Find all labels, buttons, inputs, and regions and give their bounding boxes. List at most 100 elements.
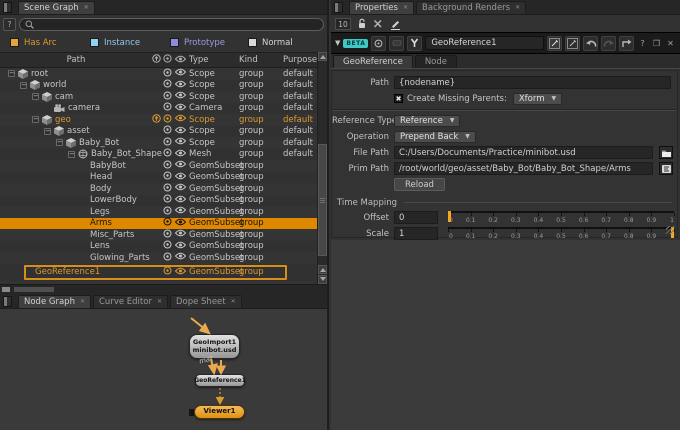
- tree-row-world[interactable]: worldScopegroupdefault: [0, 80, 327, 92]
- collapse-icon[interactable]: [335, 39, 340, 47]
- visibility-icon[interactable]: [175, 160, 189, 171]
- visibility-icon[interactable]: [175, 137, 189, 148]
- visibility-icon[interactable]: [175, 241, 189, 252]
- load-state-icon[interactable]: [163, 125, 175, 137]
- node-viewer[interactable]: Viewer1: [194, 405, 245, 419]
- visibility-icon[interactable]: [175, 206, 189, 217]
- tab-georeference[interactable]: GeoReference: [333, 55, 413, 68]
- visibility-icon[interactable]: [175, 114, 189, 125]
- help-icon[interactable]: [3, 18, 16, 31]
- clear-edits-icon[interactable]: [373, 19, 383, 28]
- load-state-icon[interactable]: [163, 252, 175, 264]
- tree-row-Head[interactable]: HeadGeomSubsetgroup: [0, 172, 327, 184]
- tree-row-Baby_Bot[interactable]: Baby_BotScopegroupdefault: [0, 137, 327, 149]
- tree-row-Misc_Parts[interactable]: Misc_PartsGeomSubsetgroup: [0, 229, 327, 241]
- tree-row-LowerBody[interactable]: LowerBodyGeomSubsetgroup: [0, 195, 327, 207]
- load-state-icon[interactable]: [163, 91, 175, 103]
- load-state-icon[interactable]: [163, 68, 175, 80]
- expander-icon[interactable]: [44, 128, 51, 135]
- path-field[interactable]: {nodename}: [394, 76, 671, 89]
- arc-state-icon[interactable]: [152, 114, 163, 126]
- load-state-icon[interactable]: [163, 102, 175, 114]
- expander-icon[interactable]: [68, 151, 75, 158]
- close-tab-icon[interactable]: [515, 5, 520, 11]
- pane-menu-icon[interactable]: [3, 2, 12, 13]
- node-graph-canvas[interactable]: GeoImport1 minibot.usd mat GeoReference1…: [0, 309, 327, 430]
- tab-scene-graph[interactable]: Scene Graph: [18, 1, 95, 14]
- expander-icon[interactable]: [32, 116, 39, 123]
- tree-row-Arms[interactable]: ArmsGeomSubsetgroup: [0, 218, 327, 230]
- load-state-icon[interactable]: [163, 229, 175, 241]
- column-kind[interactable]: Kind: [239, 55, 283, 65]
- focus-icon[interactable]: [371, 36, 386, 51]
- visibility-icon[interactable]: [175, 80, 189, 91]
- splitter-grip[interactable]: [14, 287, 54, 292]
- visibility-icon[interactable]: [175, 267, 189, 278]
- tree-row-asset[interactable]: assetScopegroupdefault: [0, 126, 327, 138]
- visibility-icon[interactable]: [175, 126, 189, 137]
- offset-field[interactable]: 0: [394, 211, 438, 224]
- close-tab-icon[interactable]: [84, 5, 89, 11]
- column-path[interactable]: Path: [0, 55, 152, 65]
- tree-row-Legs[interactable]: LegsGeomSubsetgroup: [0, 206, 327, 218]
- expander-icon[interactable]: [56, 139, 63, 146]
- load-state-icon[interactable]: [163, 240, 175, 252]
- load-state-icon[interactable]: [163, 194, 175, 206]
- load-state-icon[interactable]: [163, 183, 175, 195]
- operation-dropdown[interactable]: Prepend Back: [394, 131, 476, 143]
- pane-menu-icon[interactable]: [334, 2, 343, 13]
- edit-mode-icon[interactable]: [389, 18, 401, 30]
- visibility-icon[interactable]: [175, 183, 189, 194]
- load-state-icon[interactable]: [163, 114, 175, 126]
- tab-node-graph[interactable]: Node Graph: [18, 295, 91, 308]
- xform-dropdown[interactable]: Xform: [513, 93, 562, 105]
- tab-curve-editor[interactable]: Curve Editor: [93, 295, 168, 308]
- load-state-icon[interactable]: [163, 79, 175, 91]
- node-geoimport[interactable]: GeoImport1 minibot.usd: [189, 334, 240, 359]
- undo-icon[interactable]: [583, 36, 598, 51]
- tree-row-Baby_Bot_Shape[interactable]: Baby_Bot_ShapeMeshgroupdefault: [0, 149, 327, 161]
- create-missing-parents-checkbox[interactable]: [394, 94, 403, 103]
- visibility-icon[interactable]: [175, 229, 189, 240]
- pane-menu-icon[interactable]: [3, 296, 12, 307]
- tree-row-camera[interactable]: cameraCameragroupdefault: [0, 103, 327, 115]
- search-input[interactable]: [19, 18, 324, 31]
- load-state-icon[interactable]: [163, 171, 175, 183]
- tree-row-root[interactable]: rootScopegroupdefault: [0, 68, 327, 80]
- tree-row-Body[interactable]: BodyGeomSubsetgroup: [0, 183, 327, 195]
- tab-dope-sheet[interactable]: Dope Sheet: [170, 295, 242, 308]
- visibility-icon[interactable]: [175, 195, 189, 206]
- visibility-icon[interactable]: [175, 252, 189, 263]
- visibility-icon[interactable]: [175, 218, 189, 229]
- load-state-icon[interactable]: [163, 137, 175, 149]
- shelf-icon[interactable]: [389, 36, 404, 51]
- tree-row-geo[interactable]: geoScopegroupdefault: [0, 114, 327, 126]
- revert-icon[interactable]: [619, 36, 634, 51]
- lock-icon[interactable]: [357, 18, 367, 29]
- visibility-icon[interactable]: [175, 91, 189, 102]
- node-name-field[interactable]: GeoReference1: [425, 36, 544, 50]
- float-pane-icon[interactable]: [651, 39, 662, 48]
- visibility-icon[interactable]: [175, 172, 189, 183]
- node-georeference[interactable]: GeoReference1: [195, 374, 245, 387]
- tree-row-Glowing_Parts[interactable]: Glowing_PartsGeomSubsetgroup: [0, 252, 327, 264]
- tree-row-cam[interactable]: camScopegroupdefault: [0, 91, 327, 103]
- prim-path-field[interactable]: /root/world/geo/asset/Baby_Bot/Baby_Bot_…: [394, 162, 653, 175]
- slider-handle[interactable]: [448, 211, 451, 222]
- expander-icon[interactable]: [20, 82, 27, 89]
- file-path-field[interactable]: C:/Users/Documents/Practice/minibot.usd: [394, 146, 653, 159]
- load-state-icon[interactable]: [163, 266, 175, 278]
- reload-button[interactable]: Reload: [394, 178, 445, 191]
- tree-row-GeoReference1[interactable]: GeoReference1GeomSubsetgroup: [0, 264, 327, 281]
- scroll-down-icon[interactable]: [318, 275, 327, 284]
- help-icon[interactable]: [637, 39, 648, 48]
- horizontal-splitter[interactable]: [0, 284, 327, 294]
- scene-graph-scrollbar[interactable]: [317, 52, 327, 284]
- edit-shared-icon[interactable]: [565, 36, 580, 51]
- load-state-icon[interactable]: [163, 206, 175, 218]
- visibility-icon[interactable]: [175, 68, 189, 79]
- fork-icon[interactable]: [407, 36, 422, 51]
- splitter-handle[interactable]: [2, 287, 10, 292]
- tab-background-renders[interactable]: Background Renders: [416, 1, 526, 14]
- scroll-up2-icon[interactable]: [318, 265, 327, 274]
